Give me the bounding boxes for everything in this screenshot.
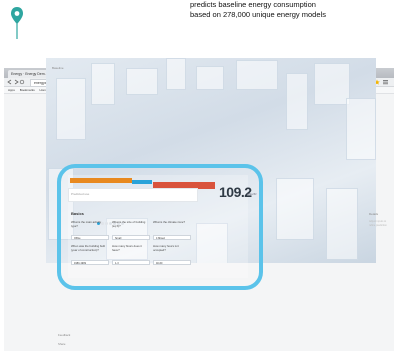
bookmark-item[interactable]: Apps	[8, 87, 15, 93]
highlight-outline	[57, 164, 263, 290]
location-pin-icon	[11, 7, 23, 39]
footer-link[interactable]: Share	[58, 342, 65, 346]
breadcrumb[interactable]: Baseline	[52, 66, 64, 70]
sidebar-text: Adjust inputs to refine prediction	[369, 220, 387, 227]
footer-link[interactable]: Feedback	[58, 333, 70, 337]
caption-line-1: predicts baseline energy consumption	[190, 0, 316, 9]
caption: predicts baseline energy consumption bas…	[190, 0, 396, 20]
caption-line-2: based on 278,000 unique energy models	[190, 10, 326, 19]
nav-arrows-icon[interactable]	[7, 79, 25, 85]
sidebar-title: Details	[369, 212, 379, 216]
star-icon[interactable]	[374, 79, 390, 85]
bookmark-item[interactable]: Bookmarks	[20, 87, 35, 93]
